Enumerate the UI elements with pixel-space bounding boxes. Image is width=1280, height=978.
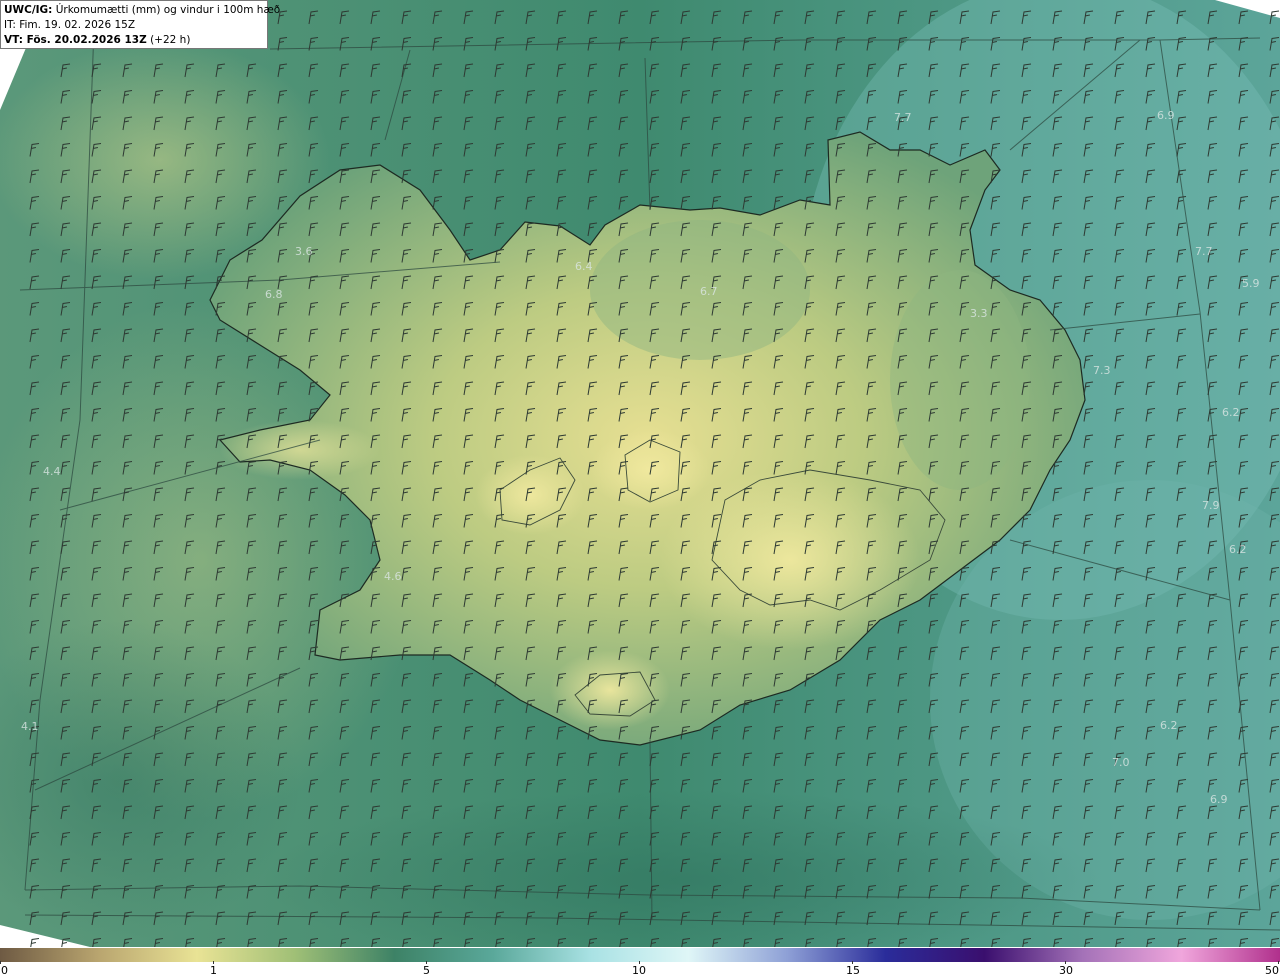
map-label: 6.8 — [265, 288, 283, 301]
map-info-box: UWC/IG: Úrkomumætti (mm) og vindur i 100… — [0, 0, 280, 49]
colorbar-tick: 5 — [423, 964, 430, 977]
valid-time-line: VT: Fös. 20.02.2026 13Z (+22 h) — [4, 33, 264, 48]
map-label: 5.9 — [1242, 277, 1260, 290]
map-label: 6.2 — [1229, 543, 1247, 556]
map-label: 6.9 — [1157, 109, 1175, 122]
map-title: Úrkomumætti (mm) og vindur i 100m hæð — [55, 4, 281, 16]
colorbar: 0 1 5 10 15 30 50 — [0, 947, 1280, 978]
colorbar-tick: 50 — [1265, 964, 1279, 977]
map-label: 4.6 — [384, 570, 402, 583]
map-label: 7.7 — [894, 111, 912, 124]
map-label: 6.2 — [1160, 719, 1178, 732]
title-line: UWC/IG: Úrkomumætti (mm) og vindur i 100… — [4, 3, 280, 18]
map-viewport: 7.7 6.9 3.6 6.8 6.4 6.7 7.7 5.9 3.3 7.3 … — [0, 0, 1280, 978]
map-label: 3.3 — [970, 307, 988, 320]
colorbar-tick: 30 — [1059, 964, 1073, 977]
valid-time: VT: Fös. 20.02.2026 13Z — [4, 34, 147, 46]
map-label: 7.0 — [1112, 756, 1130, 769]
model-label: UWC/IG: — [4, 4, 53, 16]
colorbar-tick: 15 — [846, 964, 860, 977]
map-label: 6.9 — [1210, 793, 1228, 806]
map-label: 3.6 — [295, 245, 313, 258]
colorbar-gradient — [0, 948, 1280, 962]
map-label: 6.4 — [575, 260, 593, 273]
map-label: 6.7 — [700, 285, 718, 298]
lead-time: (+22 h) — [150, 34, 191, 46]
map-label: 7.7 — [1195, 245, 1213, 258]
map-label: 4.1 — [21, 720, 39, 733]
map-label: 7.3 — [1093, 364, 1111, 377]
init-time: IT: Fim. 19. 02. 2026 15Z — [4, 19, 136, 31]
map-label: 6.2 — [1222, 406, 1240, 419]
colorbar-tick: 1 — [210, 964, 217, 977]
forecast-map: 7.7 6.9 3.6 6.8 6.4 6.7 7.7 5.9 3.3 7.3 … — [0, 0, 1280, 947]
colorbar-tick: 10 — [632, 964, 646, 977]
map-label: 4.4 — [43, 465, 61, 478]
map-label: 7.9 — [1202, 499, 1220, 512]
colorbar-tick: 0 — [1, 964, 8, 977]
